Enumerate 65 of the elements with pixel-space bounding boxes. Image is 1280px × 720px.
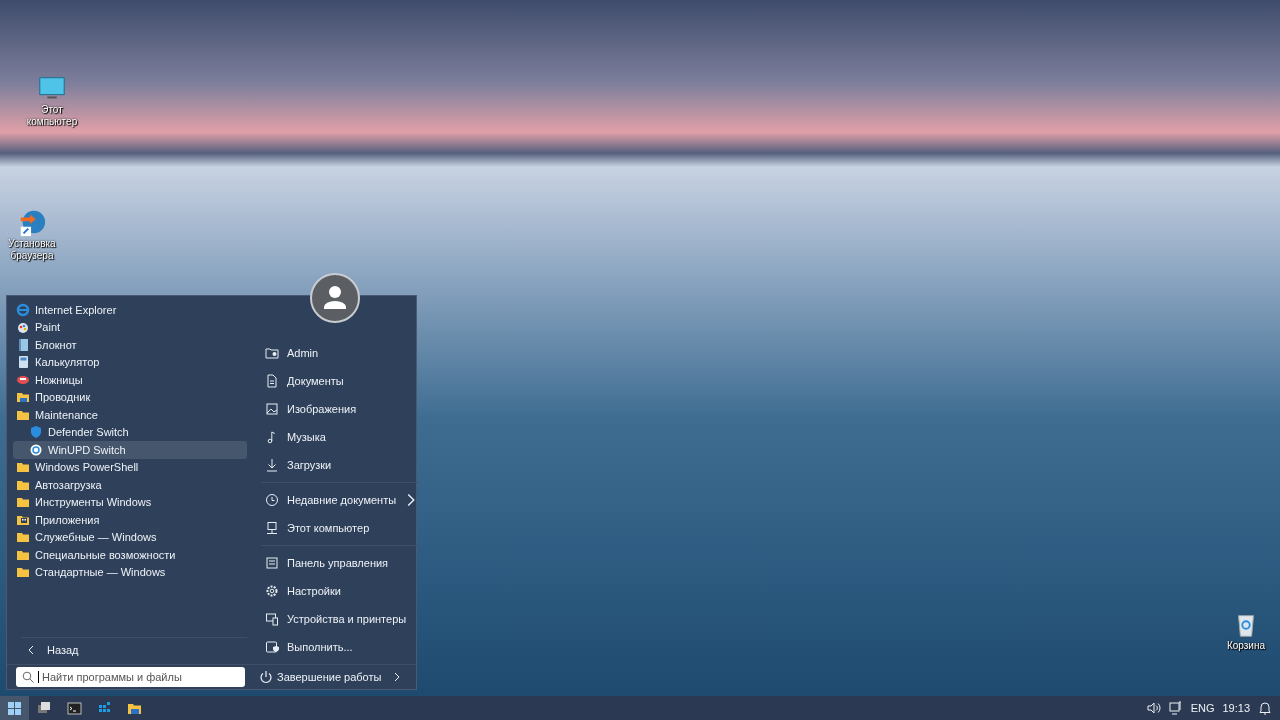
- program-item[interactable]: Инструменты Windows: [13, 493, 247, 511]
- program-item[interactable]: Windows PowerShell: [13, 458, 247, 476]
- place-item[interactable]: Выполнить...: [261, 633, 419, 661]
- chevron-left-icon: [27, 645, 35, 655]
- program-item[interactable]: Defender Switch: [13, 423, 247, 441]
- search-icon: [22, 671, 34, 683]
- power-icon: [259, 670, 273, 684]
- speaker-icon[interactable]: [1146, 701, 1161, 715]
- program-item[interactable]: Ножницы: [13, 371, 247, 389]
- clock-icon: [265, 493, 279, 507]
- clock[interactable]: 19:13: [1222, 702, 1250, 714]
- place-item[interactable]: Загрузки: [261, 451, 419, 479]
- sync-icon: [29, 442, 43, 457]
- calculator-icon: [16, 355, 30, 370]
- folder-icon: [16, 460, 30, 475]
- computer-icon: [265, 521, 279, 535]
- folder-icon: [16, 530, 30, 545]
- notepad-icon: [16, 337, 30, 352]
- program-item[interactable]: Стандартные — Windows: [13, 563, 247, 581]
- place-item[interactable]: Этот компьютер: [261, 514, 419, 542]
- program-item[interactable]: Специальные возможности: [13, 546, 247, 564]
- program-item[interactable]: Проводник: [13, 388, 247, 406]
- place-item[interactable]: Изображения: [261, 395, 419, 423]
- shutdown-button[interactable]: Завершение работы: [257, 670, 416, 684]
- shield-icon: [29, 425, 43, 440]
- terminal-icon: [67, 700, 82, 716]
- explorer-icon: [16, 390, 30, 405]
- place-item[interactable]: Недавние документы: [261, 486, 419, 514]
- place-item[interactable]: Admin: [261, 339, 419, 367]
- program-item[interactable]: Служебные — Windows: [13, 528, 247, 546]
- bell-icon[interactable]: [1258, 701, 1272, 715]
- folder-icon: [16, 565, 30, 580]
- place-item[interactable]: Настройки: [261, 577, 419, 605]
- devices-icon: [265, 612, 279, 626]
- back-button[interactable]: Назад: [21, 637, 247, 662]
- windows-logo-icon: [7, 700, 22, 716]
- program-item[interactable]: Paint: [13, 318, 247, 336]
- program-item[interactable]: Maintenance: [13, 406, 247, 424]
- panel-icon: [265, 556, 279, 570]
- search-field[interactable]: Найти программы и файлы: [16, 667, 245, 687]
- program-item[interactable]: Калькулятор: [13, 353, 247, 371]
- program-item[interactable]: Блокнот: [13, 336, 247, 354]
- place-item[interactable]: Устройства и принтеры: [261, 605, 419, 633]
- place-item[interactable]: Панель управления: [261, 549, 419, 577]
- start-button[interactable]: [0, 696, 29, 720]
- place-item[interactable]: Музыка: [261, 423, 419, 451]
- program-item[interactable]: Internet Explorer: [13, 301, 247, 319]
- chevron-right-icon: [393, 672, 402, 682]
- place-item[interactable]: Документы: [261, 367, 419, 395]
- stacked-windows-icon: [37, 700, 52, 716]
- image-icon: [265, 402, 279, 416]
- program-item[interactable]: Автозагрузка: [13, 476, 247, 494]
- program-item[interactable]: WinUPD Switch: [13, 441, 247, 459]
- run-icon: [265, 640, 279, 654]
- browser-icon: [16, 302, 30, 317]
- network-icon[interactable]: [1168, 701, 1183, 715]
- user-folder-icon: [265, 346, 279, 360]
- download-icon: [265, 458, 279, 472]
- document-icon: [265, 374, 279, 388]
- paint-icon: [16, 320, 30, 335]
- folder-icon: [16, 495, 30, 510]
- language-indicator[interactable]: ENG: [1190, 702, 1215, 714]
- desktop-icon-label[interactable]: Корзина: [1226, 640, 1266, 652]
- program-item[interactable]: Приложения: [13, 511, 247, 529]
- gear-icon: [265, 584, 279, 598]
